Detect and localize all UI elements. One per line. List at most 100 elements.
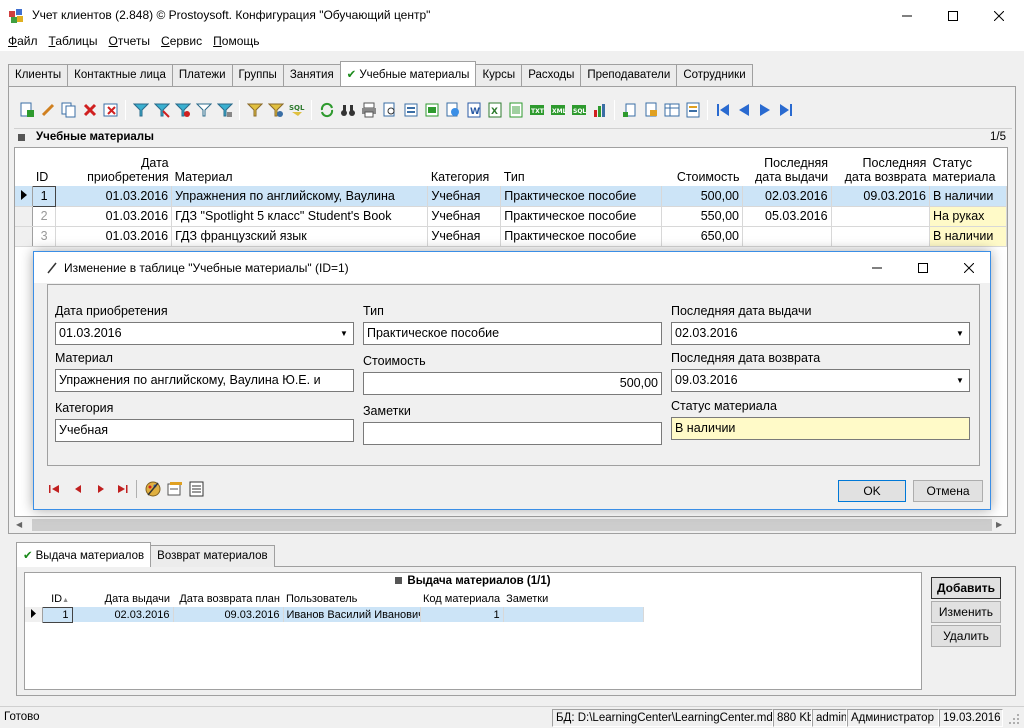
col-return-plan[interactable]: Дата возврата план <box>173 591 283 607</box>
cell-return-plan[interactable]: 09.03.2016 <box>173 607 284 622</box>
cell-last-issue[interactable]: 02.03.2016 <box>742 186 832 207</box>
resize-grip-icon[interactable] <box>1008 713 1020 725</box>
dropdown-icon[interactable]: ▼ <box>952 371 968 390</box>
tab-clients[interactable]: Клиенты <box>8 64 69 86</box>
scroll-left-icon[interactable]: ◀ <box>16 520 26 530</box>
sort-button[interactable] <box>619 99 640 121</box>
export-txt-button[interactable]: TXT <box>526 99 547 121</box>
cell-material[interactable]: Упражнения по английскому, Ваулина <box>171 186 429 207</box>
delete-all-button[interactable] <box>100 99 121 121</box>
cell-last-return[interactable] <box>831 206 930 227</box>
ok-button[interactable]: OK <box>838 480 906 502</box>
filter-clear-button[interactable] <box>151 99 172 121</box>
import-button[interactable] <box>421 99 442 121</box>
edit-record-button[interactable] <box>37 99 58 121</box>
tab-teachers[interactable]: Преподаватели <box>580 64 678 86</box>
export-word-button[interactable]: W <box>463 99 484 121</box>
col-notes[interactable]: Заметки <box>503 591 643 607</box>
issue-grid[interactable]: Выдача материалов (1/1) ID▲ Дата выдачи … <box>24 572 922 690</box>
last-return-combo[interactable]: 09.03.2016 ▼ <box>671 369 970 392</box>
table-row[interactable]: 2 01.03.2016 ГДЗ "Spotlight 5 класс" Stu… <box>15 206 1007 227</box>
dialog-prev-button[interactable] <box>71 482 85 496</box>
cell-issue-date[interactable]: 02.03.2016 <box>72 607 174 622</box>
dialog-first-button[interactable] <box>47 482 61 496</box>
cell-material[interactable]: ГДЗ французский язык <box>171 226 429 247</box>
material-field[interactable]: Упражнения по английскому, Ваулина Ю.Е. … <box>55 369 354 392</box>
col-id[interactable]: ID▲ <box>42 591 72 607</box>
col-code[interactable]: Код материала <box>420 591 503 607</box>
horizontal-scrollbar[interactable]: ◀ ▶ <box>14 517 1008 533</box>
table-row[interactable]: 1 02.03.2016 09.03.2016 Иванов Василий И… <box>25 606 644 623</box>
filter-button[interactable] <box>130 99 151 121</box>
collapse-icon[interactable] <box>395 577 403 584</box>
tab-materials[interactable]: ✔ Учебные материалы <box>339 61 477 86</box>
col-user[interactable]: Пользователь <box>283 591 420 607</box>
cell-last-return[interactable] <box>831 226 930 247</box>
cell-material[interactable]: ГДЗ "Spotlight 5 класс" Student's Book <box>171 206 429 227</box>
cell-type[interactable]: Практическое пособие <box>500 186 663 207</box>
scroll-right-icon[interactable]: ▶ <box>996 520 1006 530</box>
cancel-button[interactable]: Отмена <box>913 480 983 502</box>
category-field[interactable]: Учебная <box>55 419 354 442</box>
dialog-close-button[interactable] <box>946 252 992 283</box>
menu-file[interactable]: Файл <box>4 31 45 51</box>
menu-tables[interactable]: Таблицы <box>45 31 105 51</box>
dialog-form-settings-button[interactable] <box>166 480 184 498</box>
dialog-next-button[interactable] <box>94 482 108 496</box>
form-settings-button[interactable] <box>682 99 703 121</box>
minimize-button[interactable] <box>884 0 930 31</box>
cell-cost[interactable]: 550,00 <box>661 206 743 227</box>
add-record-button[interactable] <box>16 99 37 121</box>
cell-cost[interactable]: 650,00 <box>661 226 743 247</box>
group-filter-button[interactable] <box>265 99 286 121</box>
col-last-return[interactable]: Последняя дата возврата <box>831 148 930 186</box>
export-xml-button[interactable]: XML <box>547 99 568 121</box>
dialog-minimize-button[interactable] <box>854 252 900 283</box>
maximize-button[interactable] <box>930 0 976 31</box>
filter-remove-button[interactable] <box>172 99 193 121</box>
col-date[interactable]: Дата приобретения <box>55 148 172 186</box>
col-type[interactable]: Тип <box>500 148 662 186</box>
cost-field[interactable]: 500,00 <box>363 372 662 395</box>
menu-service[interactable]: Сервис <box>157 31 209 51</box>
col-issue-date[interactable]: Дата выдачи <box>72 591 173 607</box>
table-settings-button[interactable] <box>661 99 682 121</box>
dialog-maximize-button[interactable] <box>900 252 946 283</box>
edit-button[interactable]: Изменить <box>931 601 1001 623</box>
cell-type[interactable]: Практическое пособие <box>500 226 663 247</box>
last-record-button[interactable] <box>775 99 796 121</box>
sql-filter-button[interactable]: SQL <box>286 99 307 121</box>
tab-groups[interactable]: Группы <box>231 64 284 86</box>
col-material[interactable]: Материал <box>171 148 428 186</box>
columns-button[interactable] <box>640 99 661 121</box>
menu-reports[interactable]: Отчеты <box>105 31 158 51</box>
cell-category[interactable]: Учебная <box>427 206 502 227</box>
tab-payments[interactable]: Платежи <box>171 64 233 86</box>
status-field[interactable]: В наличии <box>671 417 970 440</box>
preview-button[interactable] <box>379 99 400 121</box>
collapse-icon[interactable] <box>18 134 25 141</box>
dialog-palette-button[interactable] <box>144 480 162 498</box>
cell-category[interactable]: Учебная <box>427 186 502 207</box>
cell-cost[interactable]: 500,00 <box>661 186 743 207</box>
tab-issue-materials[interactable]: ✔ Выдача материалов <box>16 542 152 567</box>
export-sql-button[interactable]: SQL <box>568 99 589 121</box>
tab-lessons[interactable]: Занятия <box>282 64 341 86</box>
last-issue-combo[interactable]: 02.03.2016 ▼ <box>671 322 970 345</box>
table-row[interactable]: 1 01.03.2016 Упражнения по английскому, … <box>15 185 1007 207</box>
col-cost[interactable]: Стоимость <box>661 148 743 186</box>
cell-last-return[interactable]: 09.03.2016 <box>831 186 930 207</box>
notes-field[interactable] <box>363 422 662 445</box>
cell-code[interactable]: 1 <box>420 607 504 622</box>
export-excel-button[interactable]: X <box>484 99 505 121</box>
date-combo[interactable]: 01.03.2016 ▼ <box>55 322 354 345</box>
add-button[interactable]: Добавить <box>931 577 1001 599</box>
col-status[interactable]: Статус материала <box>929 148 1007 186</box>
print-button[interactable] <box>358 99 379 121</box>
find-button[interactable] <box>337 99 358 121</box>
cell-user[interactable]: Иванов Василий Иванович <box>283 607 421 622</box>
table-row[interactable]: 3 01.03.2016 ГДЗ французский язык Учебна… <box>15 226 1007 247</box>
refresh-button[interactable] <box>316 99 337 121</box>
dropdown-icon[interactable]: ▼ <box>336 324 352 343</box>
tab-courses[interactable]: Курсы <box>475 64 523 86</box>
